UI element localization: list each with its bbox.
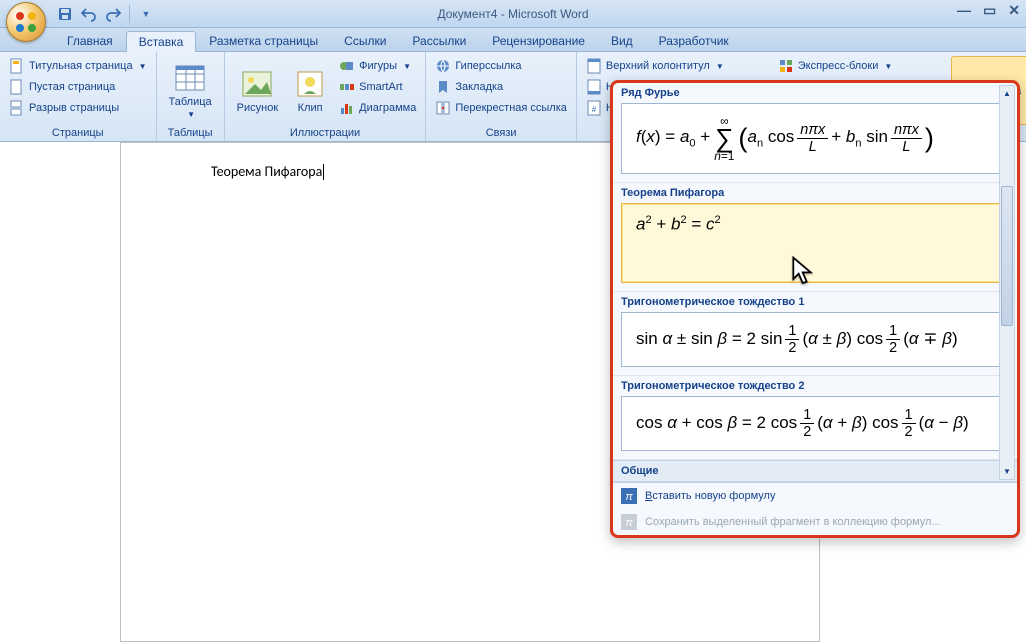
svg-text:#: #: [592, 105, 597, 114]
chart-button[interactable]: Диаграмма: [336, 98, 419, 118]
bookmark-button[interactable]: Закладка: [432, 77, 570, 97]
group-pages-label: Страницы: [6, 125, 150, 141]
blankpage-label: Пустая страница: [29, 81, 115, 93]
hyperlink-label: Гиперссылка: [455, 60, 521, 72]
text-cursor: [323, 164, 324, 180]
save-icon[interactable]: [54, 3, 76, 25]
tab-home[interactable]: Главная: [54, 30, 126, 51]
titlebar: ▼ Документ4 - Microsoft Word — ▭ ✕: [0, 0, 1026, 28]
pagebreak-label: Разрыв страницы: [29, 102, 119, 114]
scroll-down-icon[interactable]: ▼: [1000, 465, 1014, 479]
redo-icon[interactable]: [102, 3, 124, 25]
equation-item-fourier[interactable]: Ряд Фурье f(x) = a0 + ∞∑n=1 ( an cosnπxL…: [613, 83, 1017, 183]
maximize-button[interactable]: ▭: [983, 2, 996, 19]
chart-label: Диаграмма: [359, 102, 416, 114]
insert-new-equation[interactable]: π ВВставить новую формулуставить новую ф…: [613, 483, 1017, 509]
qat-customize-icon[interactable]: ▼: [135, 3, 157, 25]
crossref-button[interactable]: Перекрестная ссылка: [432, 98, 570, 118]
shapes-label: Фигуры: [359, 60, 397, 72]
table-label: Таблица: [169, 96, 212, 108]
smartart-label: SmartArt: [359, 81, 402, 93]
equation-gallery-footer: π ВВставить новую формулуставить новую ф…: [613, 482, 1017, 535]
titlepage-label: Титульная страница: [29, 60, 133, 72]
header-button[interactable]: Верхний колонтитул▼: [583, 56, 727, 76]
equation-gallery: Ряд Фурье f(x) = a0 + ∞∑n=1 ( an cosnπxL…: [610, 80, 1020, 538]
tab-insert[interactable]: Вставка: [126, 31, 197, 52]
minimize-button[interactable]: —: [957, 2, 971, 19]
clip-button[interactable]: Клип: [288, 56, 332, 125]
equation-title: Ряд Фурье: [613, 83, 1017, 101]
scroll-thumb[interactable]: [1001, 186, 1013, 326]
equation-preview-pythagoras: a2 + b2 = c2: [621, 203, 1009, 283]
equation-title: Теорема Пифагора: [613, 183, 1017, 201]
group-illus-label: Иллюстрации: [231, 125, 420, 141]
tab-view[interactable]: Вид: [598, 30, 646, 51]
office-button[interactable]: [6, 2, 46, 42]
group-tables: Таблица▼ Таблицы: [157, 52, 225, 141]
crossref-label: Перекрестная ссылка: [455, 102, 567, 114]
undo-icon[interactable]: [78, 3, 100, 25]
equation-item-pythagoras[interactable]: Теорема Пифагора a2 + b2 = c2: [613, 183, 1017, 292]
tab-layout[interactable]: Разметка страницы: [196, 30, 331, 51]
group-links: Гиперссылка Закладка Перекрестная ссылка…: [426, 52, 577, 141]
picture-label: Рисунок: [237, 102, 279, 114]
equation-title: Тригонометрическое тождество 2: [613, 376, 1017, 394]
tab-review[interactable]: Рецензирование: [479, 30, 598, 51]
picture-button[interactable]: Рисунок: [231, 56, 285, 125]
bookmark-label: Закладка: [455, 81, 503, 93]
save-selection-equation: π Сохранить выделенный фрагмент в коллек…: [613, 509, 1017, 535]
equation-item-trig2[interactable]: Тригонометрическое тождество 2 cos α + c…: [613, 376, 1017, 460]
equation-preview-trig1: sin α ± sin β = 2 sin12(α ± β) cos12(α ∓…: [621, 312, 1009, 367]
pagebreak-button[interactable]: Разрыв страницы: [6, 98, 150, 118]
equation-title: Тригонометрическое тождество 1: [613, 292, 1017, 310]
hyperlink-button[interactable]: Гиперссылка: [432, 56, 570, 76]
blankpage-button[interactable]: Пустая страница: [6, 77, 150, 97]
equation-preview-trig2: cos α + cos β = 2 cos12(α + β) cos12(α −…: [621, 396, 1009, 451]
document-text: Теорема Пифагора: [211, 163, 322, 180]
equation-category: Общие: [613, 460, 1017, 482]
group-illustrations: Рисунок Клип Фигуры▼ SmartArt Диаграмма …: [225, 52, 427, 141]
tab-dev[interactable]: Разработчик: [646, 30, 742, 51]
header-label: Верхний колонтитул: [606, 60, 710, 72]
clip-label: Клип: [298, 102, 323, 114]
ribbon-tabs: Главная Вставка Разметка страницы Ссылки…: [0, 28, 1026, 52]
gallery-scrollbar[interactable]: ▲ ▼: [999, 85, 1015, 480]
pi-disabled-icon: π: [621, 514, 637, 530]
save-selection-label: Сохранить выделенный фрагмент в коллекци…: [645, 516, 941, 528]
insert-new-label: ВВставить новую формулуставить новую фор…: [645, 490, 775, 502]
scroll-up-icon[interactable]: ▲: [1000, 86, 1014, 100]
titlepage-button[interactable]: Титульная страница▼: [6, 56, 150, 76]
group-pages: Титульная страница▼ Пустая страница Разр…: [0, 52, 157, 141]
shapes-button[interactable]: Фигуры▼: [336, 56, 419, 76]
svg-text:π: π: [625, 491, 633, 503]
table-button[interactable]: Таблица▼: [163, 56, 218, 125]
pi-icon: π: [621, 488, 637, 504]
group-tables-label: Таблицы: [163, 125, 218, 141]
tab-mail[interactable]: Рассылки: [399, 30, 479, 51]
group-links-label: Связи: [432, 125, 570, 141]
svg-text:π: π: [625, 517, 633, 529]
close-button[interactable]: ✕: [1008, 2, 1020, 19]
quickparts-button[interactable]: Экспресс-блоки▼: [775, 56, 896, 76]
equation-preview-fourier: f(x) = a0 + ∞∑n=1 ( an cosnπxL + bn sinn…: [621, 103, 1009, 174]
smartart-button[interactable]: SmartArt: [336, 77, 419, 97]
tab-refs[interactable]: Ссылки: [331, 30, 399, 51]
quick-access-toolbar: ▼: [54, 3, 157, 25]
quickparts-label: Экспресс-блоки: [798, 60, 879, 72]
equation-item-trig1[interactable]: Тригонометрическое тождество 1 sin α ± s…: [613, 292, 1017, 376]
